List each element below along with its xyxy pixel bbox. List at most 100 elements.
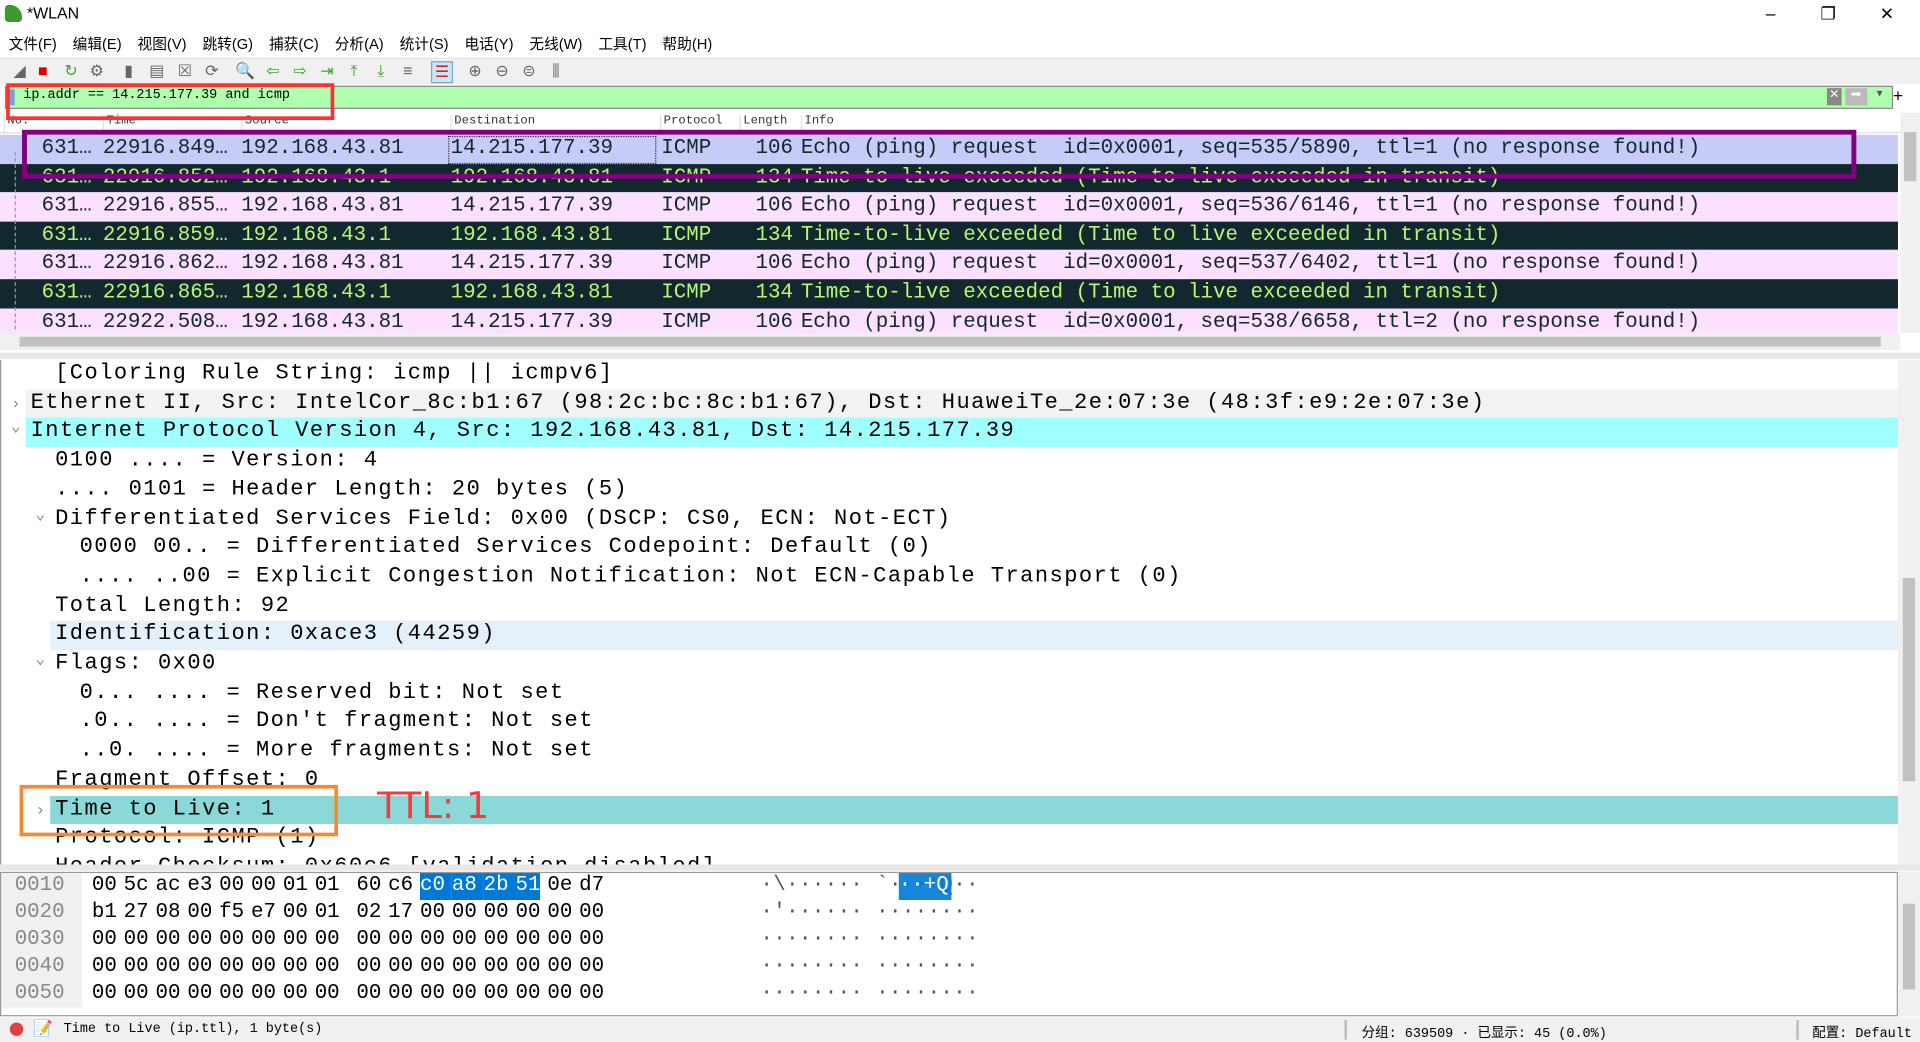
- hex-byte[interactable]: 00: [251, 954, 276, 981]
- hex-byte[interactable]: 00: [579, 900, 604, 927]
- hex-byte[interactable]: 01: [315, 873, 340, 900]
- resize-columns-icon[interactable]: ⫼: [546, 61, 566, 81]
- hex-byte[interactable]: 00: [315, 927, 340, 954]
- hex-byte[interactable]: 00: [219, 981, 244, 1008]
- hex-byte[interactable]: 00: [251, 927, 276, 954]
- hex-byte[interactable]: 00: [452, 927, 477, 954]
- hex-byte[interactable]: 00: [356, 981, 381, 1008]
- go-back-icon[interactable]: ⇦: [263, 61, 283, 81]
- detail-item[interactable]: ⌄ Flags: 0x00: [1, 650, 1899, 679]
- hex-bytes[interactable]: 00 00 00 00 00 00 00 00 00 00 00 00 00 00 00 00: [92, 954, 611, 981]
- hex-byte[interactable]: 00: [283, 954, 308, 981]
- first-packet-icon[interactable]: ⤒: [344, 61, 364, 81]
- clear-filter-icon[interactable]: ✕: [1826, 88, 1842, 106]
- hex-byte[interactable]: 00: [516, 927, 541, 954]
- minimize-button[interactable]: –: [1742, 2, 1798, 26]
- hex-ascii[interactable]: ········ ········: [760, 981, 979, 1008]
- hex-byte[interactable]: 51: [515, 873, 540, 901]
- detail-item[interactable]: ⌄ Differentiated Services Field: 0x00 (DS…: [1, 505, 1899, 534]
- hex-byte[interactable]: 17: [388, 900, 413, 927]
- hex-bytes[interactable]: 00 5c ac e3 00 00 01 01 60 c6 c0 a8 2b 51 0e d7: [92, 873, 611, 901]
- detail-item[interactable]: Header Checksum: 0x60c6 [validation disa…: [1, 853, 1899, 865]
- pane-splitter[interactable]: [0, 352, 1920, 359]
- hex-byte[interactable]: 00: [388, 954, 413, 981]
- detail-item[interactable]: ..0. .... = More fragments: Not set: [1, 737, 1899, 766]
- menu-item[interactable]: 工具(T): [590, 29, 654, 56]
- hex-byte[interactable]: 00: [92, 873, 117, 900]
- hex-byte[interactable]: c6: [388, 873, 413, 900]
- detail-item[interactable]: 0... .... = Reserved bit: Not set: [1, 679, 1899, 708]
- hex-byte[interactable]: b1: [92, 900, 117, 927]
- hex-byte[interactable]: 00: [356, 927, 381, 954]
- hex-byte[interactable]: 00: [251, 873, 276, 900]
- menu-item[interactable]: 分析(A): [326, 29, 391, 56]
- hex-byte[interactable]: 00: [187, 927, 212, 954]
- find-packet-icon[interactable]: 🔍: [235, 61, 255, 81]
- hex-byte[interactable]: 00: [484, 927, 509, 954]
- detail-item[interactable]: 0000 00.. = Differentiated Services Code…: [1, 534, 1899, 563]
- colorize-icon[interactable]: ☰: [431, 61, 454, 84]
- hex-bytes[interactable]: 00 00 00 00 00 00 00 00 00 00 00 00 00 00 00 00: [92, 927, 611, 954]
- chevron-down-icon[interactable]: ⌄: [36, 645, 46, 674]
- autoscroll-icon[interactable]: ≡: [398, 61, 418, 81]
- hex-byte[interactable]: 00: [356, 954, 381, 981]
- hex-byte[interactable]: ac: [156, 873, 181, 900]
- detail-item[interactable]: .0.. .... = Don't fragment: Not set: [1, 708, 1899, 737]
- pane-splitter[interactable]: [0, 864, 1920, 871]
- hex-byte[interactable]: 00: [547, 981, 572, 1008]
- packet-row[interactable]: 631… 22916.855… 192.168.43.81 14.215.177.39…: [0, 192, 1898, 222]
- hex-byte[interactable]: 27: [124, 900, 149, 927]
- chevron-down-icon[interactable]: ⌄: [36, 500, 46, 529]
- zoom-in-icon[interactable]: ⊕: [465, 61, 485, 81]
- hex-byte[interactable]: 00: [547, 927, 572, 954]
- menu-item[interactable]: 捕获(C): [260, 29, 326, 56]
- hex-bytes[interactable]: b1 27 08 00 f5 e7 00 01 02 17 00 00 00 00 00 00: [92, 900, 611, 927]
- close-button[interactable]: ✕: [1859, 2, 1915, 26]
- hex-byte[interactable]: 00: [452, 900, 477, 927]
- hex-byte[interactable]: 00: [547, 954, 572, 981]
- edit-comment-icon[interactable]: 📝: [33, 1019, 53, 1039]
- hex-byte[interactable]: 00: [124, 927, 149, 954]
- hex-byte[interactable]: 01: [315, 900, 340, 927]
- hex-ascii[interactable]: ········ ········: [760, 954, 979, 981]
- restore-button[interactable]: ❐: [1800, 2, 1856, 26]
- packet-row[interactable]: 631… 22916.859… 192.168.43.1 192.168.43.81 I…: [0, 221, 1898, 251]
- hex-byte[interactable]: 00: [420, 981, 445, 1008]
- hex-byte[interactable]: 00: [315, 954, 340, 981]
- hex-byte[interactable]: e7: [251, 900, 276, 927]
- packet-bytes-pane[interactable]: 0010 00 5c ac e3 00 00 01 01 60 c6 c0 a8 2b 51 0e d7 ·\··…: [0, 871, 1898, 1017]
- hex-byte[interactable]: 08: [156, 900, 181, 927]
- hex-byte[interactable]: 00: [92, 981, 117, 1008]
- hex-bytes[interactable]: 00 00 00 00 00 00 00 00 00 00 00 00 00 00 00 00: [92, 981, 611, 1008]
- hex-byte[interactable]: 00: [187, 954, 212, 981]
- hex-byte[interactable]: 00: [219, 954, 244, 981]
- add-filter-button[interactable]: +: [1893, 86, 1903, 106]
- hex-byte[interactable]: 00: [124, 954, 149, 981]
- hex-byte[interactable]: 00: [420, 954, 445, 981]
- restart-capture-icon[interactable]: ↻: [61, 61, 81, 81]
- hex-byte[interactable]: 00: [124, 981, 149, 1008]
- shark-fin-start-icon[interactable]: ◢: [10, 61, 30, 81]
- menu-item[interactable]: 跳转(G): [194, 29, 261, 56]
- packet-row[interactable]: 631… 22916.862… 192.168.43.81 14.215.177.39…: [0, 250, 1898, 280]
- hex-byte[interactable]: 60: [356, 873, 381, 900]
- menu-item[interactable]: 帮助(H): [654, 29, 720, 56]
- detail-item[interactable]: › Ethernet II, Src: IntelCor_8c:b1:67 (98…: [1, 389, 1900, 419]
- hex-byte[interactable]: c0: [420, 873, 452, 901]
- hex-byte[interactable]: 00: [156, 954, 181, 981]
- chevron-down-icon[interactable]: ⌄: [11, 413, 21, 442]
- hex-byte[interactable]: a8: [451, 873, 484, 901]
- apply-filter-icon[interactable]: ➡: [1845, 88, 1868, 106]
- menu-item[interactable]: 电话(Y): [456, 29, 521, 56]
- menu-item[interactable]: 视图(V): [129, 29, 194, 56]
- filter-history-icon[interactable]: ▼: [1875, 88, 1885, 99]
- stop-capture-icon[interactable]: ■: [33, 61, 53, 81]
- hex-byte[interactable]: 00: [187, 981, 212, 1008]
- hex-byte[interactable]: 00: [92, 954, 117, 981]
- hex-byte[interactable]: 00: [388, 981, 413, 1008]
- hex-byte[interactable]: 00: [283, 927, 308, 954]
- close-file-icon[interactable]: ☒: [175, 61, 195, 81]
- menu-item[interactable]: 文件(F): [0, 29, 64, 56]
- hex-byte[interactable]: 00: [156, 927, 181, 954]
- hex-byte[interactable]: 00: [283, 900, 308, 927]
